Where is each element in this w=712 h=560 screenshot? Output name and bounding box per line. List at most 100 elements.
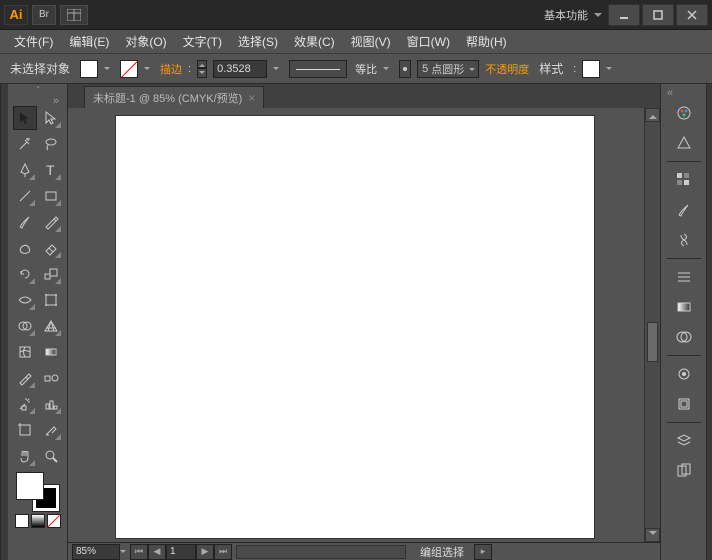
document-tab[interactable]: 未标题-1 @ 85% (CMYK/预览) × <box>84 86 264 108</box>
swatches-panel-icon[interactable] <box>670 167 698 193</box>
next-artboard-button[interactable]: ▶ <box>196 544 214 560</box>
slice-tool[interactable] <box>39 418 63 442</box>
color-solid-icon[interactable] <box>15 514 29 528</box>
pen-tool[interactable] <box>13 158 37 182</box>
fill-stroke-color[interactable] <box>16 472 60 512</box>
horizontal-scrollbar[interactable] <box>236 545 406 559</box>
artboards-panel-icon[interactable] <box>670 458 698 484</box>
fill-color-swatch[interactable] <box>16 472 44 500</box>
vertical-scrollbar[interactable] <box>644 108 660 542</box>
graphic-style-swatch[interactable] <box>582 60 600 78</box>
symbols-panel-icon[interactable] <box>670 227 698 253</box>
close-tab-icon[interactable]: × <box>248 91 255 105</box>
artboard-number-input[interactable]: 1 <box>166 544 196 560</box>
app-logo-illustrator[interactable]: Ai <box>4 5 28 25</box>
menu-select[interactable]: 选择(S) <box>230 30 286 53</box>
menu-effect[interactable]: 效果(C) <box>286 30 343 53</box>
blend-tool[interactable] <box>39 366 63 390</box>
color-none-icon[interactable] <box>47 514 61 528</box>
zoom-level-input[interactable]: 85% <box>72 544 120 560</box>
color-guide-panel-icon[interactable] <box>670 130 698 156</box>
stroke-label[interactable]: 描边 <box>160 61 182 77</box>
column-graph-tool[interactable] <box>39 392 63 416</box>
scroll-up-icon[interactable] <box>645 108 660 122</box>
selection-tool[interactable] <box>13 106 37 130</box>
stroke-weight-dropdown-icon[interactable] <box>273 64 283 73</box>
stroke-panel-icon[interactable] <box>670 264 698 290</box>
right-rail[interactable] <box>706 84 712 560</box>
line-segment-tool[interactable] <box>13 184 37 208</box>
mesh-tool[interactable] <box>13 340 37 364</box>
eyedropper-tool[interactable] <box>13 366 37 390</box>
menu-edit[interactable]: 编辑(E) <box>61 30 117 53</box>
panel-expand-icon[interactable] <box>661 88 706 98</box>
layers-panel-icon[interactable] <box>670 428 698 454</box>
minimize-button[interactable] <box>608 4 640 26</box>
width-tool[interactable] <box>13 288 37 312</box>
paintbrush-tool[interactable] <box>13 210 37 234</box>
scroll-down-icon[interactable] <box>645 528 660 542</box>
artboard-tool[interactable] <box>13 418 37 442</box>
zoom-tool[interactable] <box>39 444 63 468</box>
gradient-panel-icon[interactable] <box>670 294 698 320</box>
stroke-swatch[interactable] <box>120 60 138 78</box>
scale-tool[interactable] <box>39 262 63 286</box>
artboard[interactable] <box>116 116 594 538</box>
fill-swatch[interactable] <box>80 60 98 78</box>
rotate-tool[interactable] <box>13 262 37 286</box>
toolbox-collapse-icon[interactable] <box>12 96 63 106</box>
arrange-documents-dropdown[interactable] <box>60 5 88 25</box>
lasso-tool[interactable] <box>39 132 63 156</box>
menu-type[interactable]: 文字(T) <box>175 30 230 53</box>
last-artboard-button[interactable]: ⏭ <box>214 544 232 560</box>
fill-dropdown-icon[interactable] <box>104 64 114 73</box>
perspective-grid-tool[interactable] <box>39 314 63 338</box>
symbol-sprayer-tool[interactable] <box>13 392 37 416</box>
brushes-panel-icon[interactable] <box>670 197 698 223</box>
app-logo-bridge[interactable]: Br <box>32 5 56 25</box>
first-artboard-button[interactable]: ⏮ <box>130 544 148 560</box>
graphic-styles-panel-icon[interactable] <box>670 391 698 417</box>
canvas-viewport[interactable] <box>68 108 660 542</box>
menu-window[interactable]: 窗口(W) <box>399 30 458 53</box>
style-dropdown-icon[interactable] <box>606 64 616 73</box>
menu-file[interactable]: 文件(F) <box>6 30 61 53</box>
color-panel-icon[interactable] <box>670 100 698 126</box>
left-rail[interactable] <box>0 84 8 560</box>
ratio-dropdown-icon[interactable] <box>383 64 393 73</box>
prev-artboard-button[interactable]: ◀ <box>148 544 166 560</box>
control-bar: 未选择对象 描边: 0.3528 等比 5 点圆形 不透明度 样式: <box>0 54 712 84</box>
workspace-switcher[interactable]: 基本功能 <box>536 5 606 25</box>
zoom-dropdown-icon[interactable] <box>120 547 130 556</box>
menu-help[interactable]: 帮助(H) <box>458 30 515 53</box>
transparency-panel-icon[interactable] <box>670 324 698 350</box>
magic-wand-tool[interactable] <box>13 132 37 156</box>
hand-tool[interactable] <box>13 444 37 468</box>
stroke-weight-spinner[interactable] <box>197 60 207 78</box>
opacity-label[interactable]: 不透明度 <box>485 61 529 77</box>
brush-definition-dot-icon[interactable] <box>399 60 411 78</box>
color-gradient-icon[interactable] <box>31 514 45 528</box>
status-menu-button[interactable]: ▸ <box>474 544 492 560</box>
free-transform-tool[interactable] <box>39 288 63 312</box>
rectangle-tool[interactable] <box>39 184 63 208</box>
brush-definition-dropdown[interactable]: 5 点圆形 <box>417 60 479 78</box>
appearance-panel-icon[interactable] <box>670 361 698 387</box>
stroke-dropdown-icon[interactable] <box>144 64 154 73</box>
eraser-tool[interactable] <box>39 236 63 260</box>
gradient-tool[interactable] <box>39 340 63 364</box>
maximize-button[interactable] <box>642 4 674 26</box>
scroll-thumb[interactable] <box>647 322 658 362</box>
toolbox-grip[interactable] <box>12 86 63 94</box>
stroke-weight-input[interactable]: 0.3528 <box>213 60 267 78</box>
shape-builder-tool[interactable] <box>13 314 37 338</box>
close-button[interactable] <box>676 4 708 26</box>
direct-selection-tool[interactable] <box>39 106 63 130</box>
menu-view[interactable]: 视图(V) <box>343 30 399 53</box>
blob-brush-tool[interactable] <box>13 236 37 260</box>
menu-object[interactable]: 对象(O) <box>117 30 174 53</box>
variable-width-profile[interactable] <box>289 60 347 78</box>
svg-text:T: T <box>46 162 55 178</box>
pencil-tool[interactable] <box>39 210 63 234</box>
type-tool[interactable]: T <box>39 158 63 182</box>
